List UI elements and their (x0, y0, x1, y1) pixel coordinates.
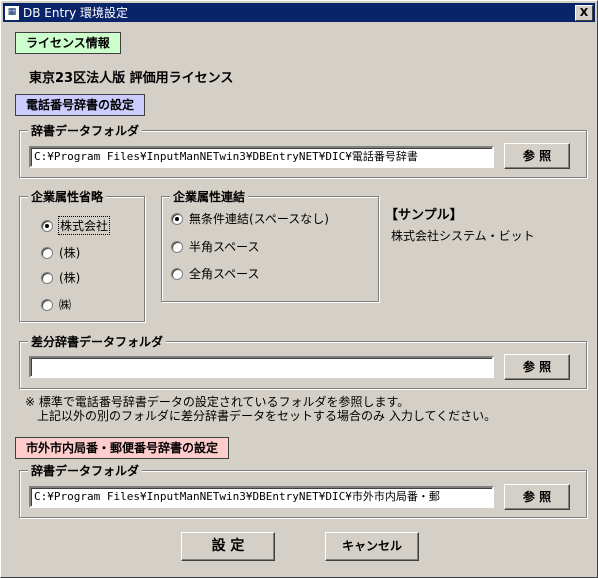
radio-icon[interactable] (171, 240, 183, 253)
postal-dict-folder-label: 辞書データフォルダ (28, 462, 143, 479)
radio-checked-icon[interactable] (171, 212, 183, 225)
phone-dict-browse-button[interactable]: 参 照 (504, 143, 570, 169)
cancel-button[interactable]: キャンセル (325, 532, 419, 561)
radio-icon[interactable] (41, 246, 53, 259)
license-header: ライセンス情報 (15, 32, 121, 54)
link-option-halfwidth-space[interactable]: 半角スペース (171, 238, 260, 255)
company-abbrev-group: 企業属性省略 (19, 188, 145, 322)
postal-dict-header: 市外市内局番・郵便番号辞書の設定 (15, 437, 230, 459)
company-abbrev-label: 企業属性省略 (28, 188, 107, 205)
radio-checked-icon[interactable] (41, 219, 53, 232)
diff-dict-browse-button[interactable]: 参 照 (504, 354, 570, 380)
diff-dict-note-line2: 上記以外の別のフォルダに差分辞書データをセットする場合のみ 入力してください。 (37, 409, 497, 423)
postal-dict-browse-button[interactable]: 参 照 (504, 484, 570, 510)
radio-icon[interactable] (41, 298, 53, 311)
phone-dict-header: 電話番号辞書の設定 (15, 94, 146, 116)
close-button[interactable]: X (575, 5, 593, 21)
title-bar[interactable]: ▦ DB Entry 環境設定 X (3, 3, 595, 22)
diff-dict-note-line1: ※ 標準で電話番号辞書データの設定されているフォルダを参照します。 (25, 395, 410, 409)
license-text: 東京23区法人版 評価用ライセンス (29, 71, 234, 86)
abbrev-option-kabu-halfwidth[interactable]: (株) (41, 269, 80, 286)
diff-dict-folder-label: 差分辞書データフォルダ (28, 333, 167, 350)
phone-dict-folder-label: 辞書データフォルダ (28, 122, 143, 139)
settings-dialog: ▦ DB Entry 環境設定 X ライセンス情報 東京23区法人版 評価用ライ… (0, 0, 598, 578)
phone-dict-folder-input[interactable]: C:¥Program Files¥InputManNETwin3¥DBEntry… (29, 146, 494, 168)
window-title: DB Entry 環境設定 (23, 6, 129, 20)
link-option-no-space[interactable]: 無条件連結(スペースなし) (171, 210, 329, 227)
postal-dict-folder-input[interactable]: C:¥Program Files¥InputManNETwin3¥DBEntry… (29, 486, 494, 508)
company-link-label: 企業属性連結 (170, 188, 249, 205)
ok-button[interactable]: 設 定 (181, 532, 275, 561)
abbrev-option-kabu-symbol[interactable]: ㈱ (41, 296, 71, 313)
abbrev-option-kabu-fullwidth[interactable]: (株) (41, 244, 80, 261)
link-option-fullwidth-space[interactable]: 全角スペース (171, 265, 260, 282)
sample-value: 株式会社システム・ビット (391, 229, 535, 243)
radio-icon[interactable] (41, 271, 53, 284)
abbrev-option-kabushikigaisha[interactable]: 株式会社 (41, 216, 111, 235)
sample-title: 【サンプル】 (385, 208, 463, 223)
radio-icon[interactable] (171, 267, 183, 280)
diff-dict-folder-input[interactable] (29, 356, 494, 378)
app-icon: ▦ (5, 5, 19, 20)
